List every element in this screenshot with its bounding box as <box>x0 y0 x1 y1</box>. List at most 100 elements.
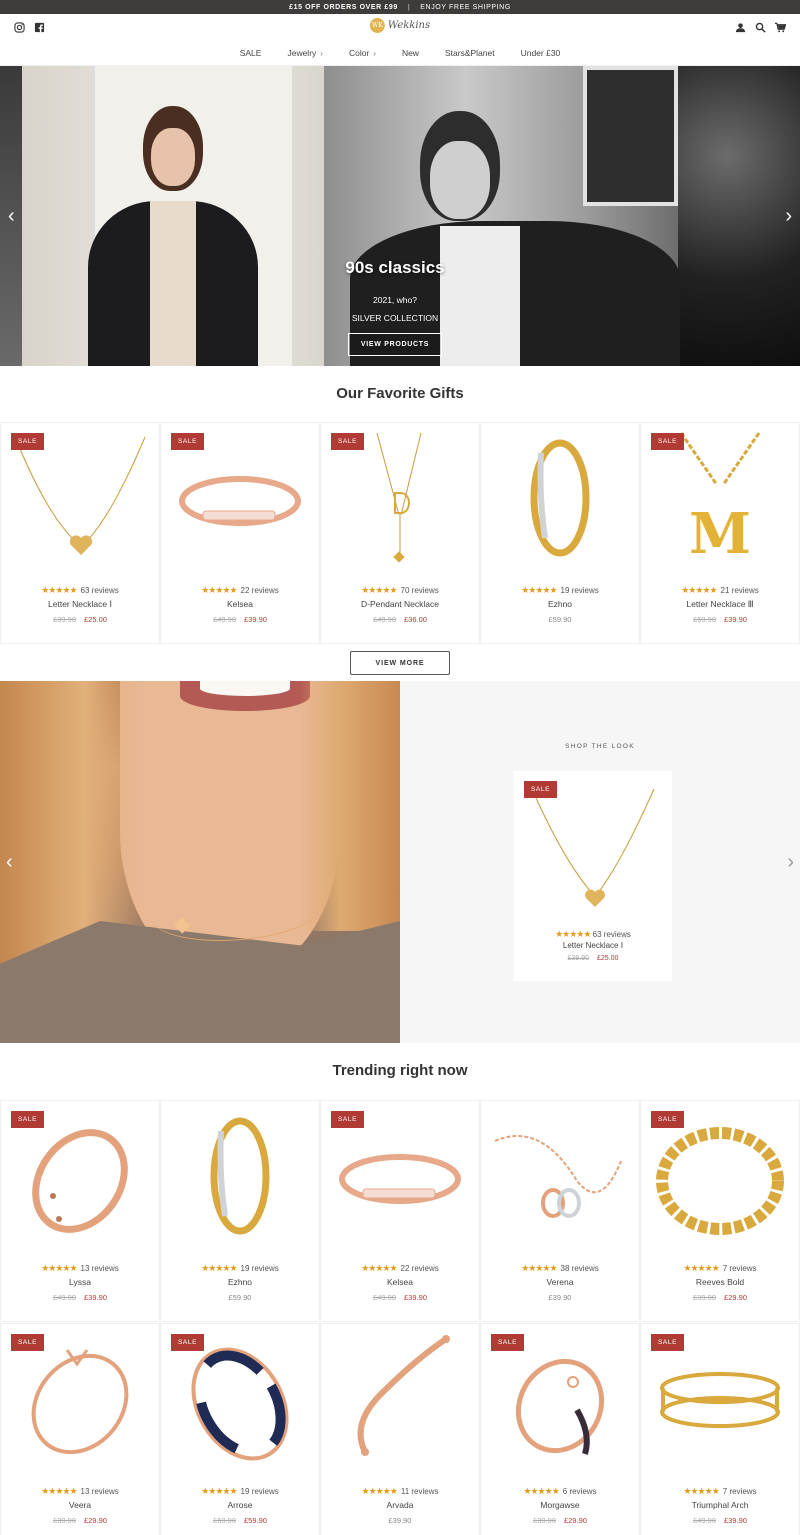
product-card[interactable]: SALE ★★★★★ 19 reviews Arrose £69.90 £59.90 <box>160 1323 320 1535</box>
product-rating: ★★★★★ 11 reviews <box>321 1486 479 1497</box>
look-next-arrow-icon[interactable]: › <box>787 851 794 874</box>
product-name[interactable]: Morgawse <box>481 1500 639 1510</box>
product-card[interactable]: SALE ★★★★★ 13 reviews Veera £39.90 £29.90 <box>0 1323 160 1535</box>
product-price: £39.90 <box>481 1293 639 1302</box>
look-product-card[interactable]: SALE ★★★★★ 63 reviews Letter Necklace Ⅰ … <box>514 771 672 981</box>
announcement-separator: | <box>407 3 411 11</box>
original-price: £69.90 <box>213 1516 236 1525</box>
product-card[interactable]: SALE ★★★★★ 7 reviews Triumphal Arch £49.90 £3… <box>640 1323 800 1535</box>
shipping-text: ENJOY FREE SHIPPING <box>420 3 511 11</box>
sale-badge: SALE <box>491 1334 525 1351</box>
product-card[interactable]: SALE ★★★★★ 6 reviews Morgawse £39.90 £29.90 <box>480 1323 640 1535</box>
announcement-bar: £15 OFF ORDERS OVER £99 | ENJOY FREE SHI… <box>0 0 800 14</box>
nav-item-stars-planet[interactable]: Stars&Planet <box>432 48 508 58</box>
review-count: 19 reviews <box>240 1487 279 1496</box>
product-price: £49.90 £39.90 <box>1 1293 159 1302</box>
product-name[interactable]: Ezhno <box>161 1277 319 1287</box>
regular-price: £39.90 <box>388 1516 412 1525</box>
original-price: £39.90 <box>693 1293 716 1302</box>
product-rating: ★★★★★ 7 reviews <box>641 1486 799 1497</box>
product-rating: ★★★★★ 19 reviews <box>161 1263 319 1274</box>
sale-badge: SALE <box>524 781 558 798</box>
nav-item-sale[interactable]: SALE <box>227 48 275 58</box>
rating-stars-icon: ★★★★★ <box>683 1486 719 1496</box>
product-card[interactable]: SALE ★★★★★ 13 reviews Lyssa £49.90 £39.90 <box>0 1100 160 1322</box>
product-name[interactable]: Lyssa <box>1 1277 159 1287</box>
product-name[interactable]: Veera <box>1 1500 159 1510</box>
product-card[interactable]: SALE ★★★★★ 7 reviews Reeves Bold £39.90 £29.9… <box>640 1100 800 1322</box>
nav-item-under-30[interactable]: Under £30 <box>508 48 574 58</box>
view-more-button[interactable]: VIEW MORE <box>350 651 450 675</box>
product-name[interactable]: Triumphal Arch <box>641 1500 799 1510</box>
hero-title: 90s classics <box>345 258 445 277</box>
product-rating: ★★★★★ 6 reviews <box>481 1486 639 1497</box>
nav-item-jewelry[interactable]: Jewelry › <box>274 48 335 58</box>
search-icon[interactable] <box>755 22 766 33</box>
product-card[interactable]: ★★★★★ 19 reviews Ezhno £59.90 <box>160 1100 320 1322</box>
site-logo[interactable]: WK Wekkins <box>369 18 430 33</box>
review-count: 19 reviews <box>560 586 599 595</box>
site-header: WK Wekkins <box>0 14 800 41</box>
sale-badge: SALE <box>331 433 365 450</box>
product-card[interactable]: SALE ★★★★★ 22 reviews Kelsea £49.90 £39.90 <box>160 422 320 644</box>
cart-icon[interactable] <box>775 22 786 33</box>
rating-stars-icon: ★★★★★ <box>41 585 77 595</box>
product-rating: ★★★★★ 13 reviews <box>1 1263 159 1274</box>
hero-next-arrow-icon[interactable]: › <box>785 206 792 226</box>
product-name[interactable]: Arvada <box>321 1500 479 1510</box>
product-name[interactable]: D-Pendant Necklace <box>321 599 479 609</box>
product-card[interactable]: ★★★★★ 19 reviews Ezhno £59.90 <box>480 422 640 644</box>
rating-stars-icon: ★★★★★ <box>201 1263 237 1273</box>
sale-badge: SALE <box>651 1334 685 1351</box>
rating-stars-icon: ★★★★★ <box>521 1263 557 1273</box>
sale-price: £59.90 <box>244 1516 267 1525</box>
product-name[interactable]: Ezhno <box>481 599 639 609</box>
view-products-button[interactable]: VIEW PRODUCTS <box>347 333 443 356</box>
facebook-icon[interactable] <box>34 22 45 33</box>
account-icon[interactable] <box>735 22 746 33</box>
product-name[interactable]: Arrose <box>161 1500 319 1510</box>
review-count: 38 reviews <box>560 1264 599 1273</box>
instagram-icon[interactable] <box>14 22 25 33</box>
product-card[interactable]: M SALE ★★★★★ 21 reviews Letter Necklace Ⅲ £59… <box>640 422 800 644</box>
product-card[interactable]: SALE ★★★★★ 63 reviews Letter Necklace Ⅰ £39.… <box>0 422 160 644</box>
product-name[interactable]: Letter Necklace Ⅰ <box>1 599 159 610</box>
hero-slideshow: ‹ › 90s classics 2021, who? SILVER COLLE… <box>0 66 800 366</box>
product-name[interactable]: Reeves Bold <box>641 1277 799 1287</box>
nav-item-color[interactable]: Color › <box>336 48 389 58</box>
original-price: £49.90 <box>373 1293 396 1302</box>
social-links <box>14 22 45 33</box>
product-card[interactable]: ★★★★★ 38 reviews Verena £39.90 <box>480 1100 640 1322</box>
regular-price: £39.90 <box>548 1293 572 1302</box>
product-rating: ★★★★★ 19 reviews <box>481 585 639 596</box>
sale-price: £29.90 <box>564 1516 587 1525</box>
chain-bracelet-image <box>494 1135 622 1218</box>
chevron-right-icon: › <box>373 48 376 58</box>
sale-badge: SALE <box>11 433 45 450</box>
sale-price: £36.00 <box>404 615 427 624</box>
sale-price: £39.90 <box>404 1293 427 1302</box>
favorites-grid: SALE ★★★★★ 63 reviews Letter Necklace Ⅰ £39.… <box>0 422 800 644</box>
product-rating: ★★★★★ 7 reviews <box>641 1263 799 1274</box>
regular-price: £59.90 <box>548 615 572 624</box>
hero-prev-arrow-icon[interactable]: ‹ <box>8 206 15 226</box>
rating-stars-icon: ★★★★★ <box>361 1486 398 1496</box>
shop-the-look-label: SHOP THE LOOK <box>565 743 635 750</box>
rating-stars-icon: ★★★★★ <box>555 929 591 939</box>
nav-item-new[interactable]: New <box>389 48 432 58</box>
product-name[interactable]: Kelsea <box>161 599 319 609</box>
product-price: £39.90 <box>321 1516 479 1525</box>
product-name[interactable]: Letter Necklace Ⅰ <box>514 941 672 950</box>
product-name[interactable]: Kelsea <box>321 1277 479 1287</box>
look-photo <box>0 681 400 1043</box>
product-card[interactable]: SALE ★★★★★ 70 reviews D-Pendant Necklace £49… <box>320 422 480 644</box>
product-name[interactable]: Letter Necklace Ⅲ <box>641 599 799 610</box>
shop-the-look-section: ‹ SHOP THE LOOK SALE ★★★★★ 63 reviews Le… <box>0 681 800 1043</box>
product-card[interactable]: SALE ★★★★★ 22 reviews Kelsea £49.90 £39.90 <box>320 1100 480 1322</box>
product-rating: ★★★★★ 13 reviews <box>1 1486 159 1497</box>
product-card[interactable]: ★★★★★ 11 reviews Arvada £39.90 <box>320 1323 480 1535</box>
product-price: £39.90 £25.00 <box>514 955 672 962</box>
look-prev-arrow-icon[interactable]: ‹ <box>6 851 13 874</box>
product-rating: ★★★★★ 70 reviews <box>321 585 479 596</box>
product-name[interactable]: Verena <box>481 1277 639 1287</box>
